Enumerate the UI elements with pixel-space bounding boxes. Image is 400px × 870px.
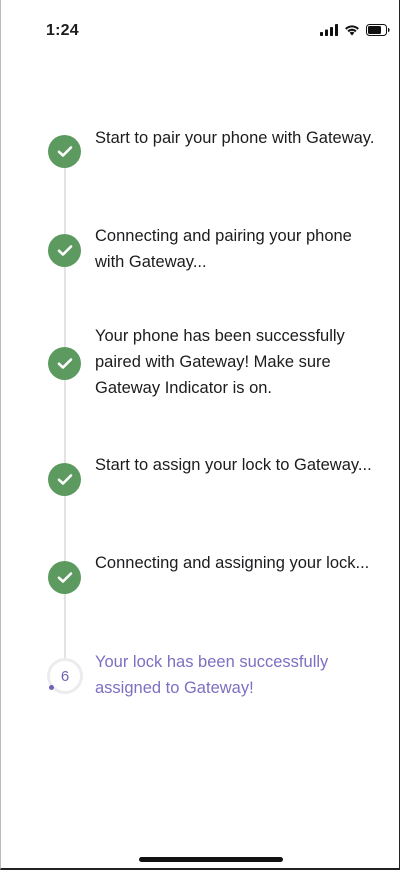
step-1-text: Start to pair your phone with Gateway. <box>95 129 375 147</box>
step-complete-check-icon <box>48 135 81 168</box>
home-indicator[interactable] <box>139 857 283 862</box>
step-complete-check-icon <box>48 234 81 267</box>
timeline-line <box>64 152 66 674</box>
progress-spinner-dot <box>49 685 54 690</box>
step-number: 6 <box>60 667 70 685</box>
step-6-text: Your lock has been successfully assigned… <box>95 653 329 697</box>
step-4-text: Start to assign your lock to Gateway... <box>95 456 372 474</box>
pairing-progress-stepper: Start to pair your phone with Gateway. C… <box>0 0 400 870</box>
step-5-text: Connecting and assigning your lock... <box>95 554 370 572</box>
step-6-progress-indicator: 6 <box>47 658 83 694</box>
step-2-text: Connecting and pairing your phone with G… <box>95 227 352 271</box>
step-complete-check-icon <box>48 463 81 496</box>
step-complete-check-icon <box>48 347 81 380</box>
step-complete-check-icon <box>48 561 81 594</box>
step-3-text: Your phone has been successfully paired … <box>95 327 345 397</box>
